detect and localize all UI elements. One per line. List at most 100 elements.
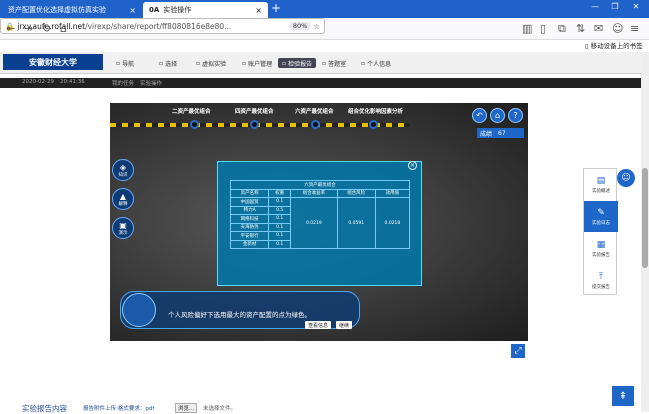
step-label-1: 二资产最优组合 [172,109,211,115]
close-icon[interactable]: × [129,6,136,15]
menu-item-select[interactable]: ▫ 选择 [155,58,181,68]
forward-icon[interactable]: → [24,22,33,35]
zoom-level[interactable]: 80% [289,22,311,30]
extension-icon[interactable]: ⧉ [558,22,566,36]
crumb-task[interactable]: 我的任务 [112,79,134,87]
progress-track [110,123,410,127]
account-icon[interactable]: ☺ [612,22,623,35]
step-dot-4[interactable] [369,120,378,129]
right-panel: ▤ 实验概述 ✎ 实验日志 ▦ 实验报告 ⤒ 提交报告 [583,168,618,296]
view-info-button[interactable]: 查看信息 [305,321,332,329]
nav-toolbar: ← → ↻ ⌂ 🔒 jrxy.aufe.rofall.net/virexp/sh… [0,18,649,40]
asset-name: 网络科技 [229,214,270,224]
step-dot-3[interactable] [311,120,320,129]
close-icon[interactable]: × [255,6,262,15]
mobile-bookmarks[interactable]: ▯ 移动设备上的书签 [585,40,643,50]
utility-value: 0.0218 [374,197,411,249]
library-icon[interactable]: ▥ [522,22,532,35]
asset-weight: 0.1 [268,197,292,207]
reload-icon[interactable]: ↻ [42,22,51,35]
monitor-icon: ▣ [119,220,127,230]
attach-label: 报告附件上传:格式要求：pdf [83,406,155,412]
step-dot-1[interactable] [190,120,199,129]
simulation-scene: 二资产最优组合 四资产最优组合 六资产最优组合 组合优化影响因素分析 ↶ ⌂ ?… [110,103,528,341]
star-icon[interactable]: ☆ [313,22,320,31]
tab-label: 实验操作 [163,6,192,14]
knowledge-button[interactable]: ◈ 知识 [112,159,134,181]
url-path: /virexp/share/report/ff8080816e8e80... [85,21,232,31]
menu-item-quiz[interactable]: ▫ 答题室 [318,58,350,68]
menu-item-account[interactable]: ▫ 账户管理 [238,58,276,68]
col-header: 效用值 [374,188,411,198]
tab-label: 资产配置优化选择虚拟仿真实验 [8,6,106,14]
menu-item-profile[interactable]: ▫ 个人信息 [357,58,395,68]
asset-name: 金新材 [229,239,270,249]
submit-button[interactable]: ⤒ 提交报告 [584,265,618,296]
home-icon[interactable]: ⌂ [490,108,505,123]
flask-icon: ▫ [196,59,201,67]
report-heading: 实验报告内容 [22,404,67,413]
scrollbar-thumb[interactable] [642,168,648,268]
menu-label: 账户管理 [248,60,273,68]
menu-label: 答题室 [328,60,347,68]
score-box: 成绩 67 [477,128,524,138]
doc-icon: ▤ [596,175,606,186]
panel-close-icon[interactable]: × [408,161,417,170]
new-tab-icon[interactable]: + [271,1,281,15]
demo-button[interactable]: ▣ 演示 [112,217,134,239]
menu-label: 检验报告 [288,60,313,68]
log-label: 实验日志 [592,220,610,226]
portfolio-risk: 0.0591 [336,197,376,249]
nav-icon: ▫ [116,59,121,67]
chart-icon: ▲ [119,191,127,201]
sidebar-icon[interactable]: ▯ [540,22,546,35]
avatar [122,293,156,327]
back-icon[interactable]: ← [6,22,15,35]
col-header: 资产名称 [229,188,270,198]
sync-icon[interactable]: ⇅ [576,22,585,35]
asset-weight: 0.5 [268,205,292,215]
step-label-3: 六资产最优组合 [295,109,334,115]
upload-icon: ⤒ [599,271,603,282]
university-logo: 安徽财经大学 [3,54,103,70]
report-icon: ▫ [282,59,287,67]
assistant-icon[interactable]: ☺ [617,169,635,187]
overview-button[interactable]: ▤ 实验概述 [584,169,618,200]
back-arrow-icon[interactable]: ↶ [472,108,487,123]
continue-button[interactable]: 继续 [336,321,353,329]
step-dot-2[interactable] [250,120,259,129]
tab-experiment[interactable]: 资产配置优化选择虚拟仿真实验 × [2,2,142,18]
minimize-icon[interactable]: — [585,2,605,11]
help-icon[interactable]: ? [508,108,523,123]
menu-label: 个人信息 [367,60,392,68]
table-row: 中国国贸 0.1 0.0219 0.0591 0.0218 [229,197,411,249]
home-icon[interactable]: ⌂ [60,22,67,35]
date-text: 2020-02-29 [22,79,54,85]
menu-item-virtual[interactable]: ▫ 虚拟实验 [192,58,230,68]
table-title: 六资产最优组合 [230,180,410,190]
maximize-icon[interactable]: ❐ [605,2,625,11]
tab-operation[interactable]: 0A 实验操作 × [143,2,268,18]
asset-weight: 0.1 [268,214,292,224]
info-bar: 2020-02-29 20:41:36 我的任务 实验操作 [0,78,649,88]
submit-label: 提交报告 [592,284,610,290]
menu-item-nav[interactable]: ▫ 导航 [112,58,138,68]
menu-item-report[interactable]: ▫ 检验报告 [278,58,317,68]
browser-tabbar: 资产配置优化选择虚拟仿真实验 × 0A 实验操作 × + — ❐ ✕ [0,0,649,18]
chat-icon[interactable]: ✉ [594,22,603,35]
menu-icon[interactable]: ≡ [630,22,639,35]
layers-icon: ◈ [119,162,127,172]
report-button[interactable]: ▦ 实验报告 [584,233,618,264]
time-text: 20:41:36 [60,79,85,85]
result-panel: 六资产最优组合 资产名称 权重 组合收益率 组合风险 效用值 中国国贸 0.1 0… [217,161,422,286]
close-window-icon[interactable]: ✕ [626,2,646,11]
log-button[interactable]: ✎ 实验日志 [584,201,618,232]
asset-weight: 0.1 [268,231,292,241]
explain-button[interactable]: ▲ 解释 [112,188,134,210]
user-icon: ▫ [361,59,366,67]
explain-label: 解释 [118,201,128,207]
back-to-top-icon[interactable]: ⇞ [612,386,634,406]
edit-icon: ✎ [597,207,605,218]
fullscreen-icon[interactable]: ⤢ [511,344,525,358]
menu-label: 虚拟实验 [202,60,227,68]
